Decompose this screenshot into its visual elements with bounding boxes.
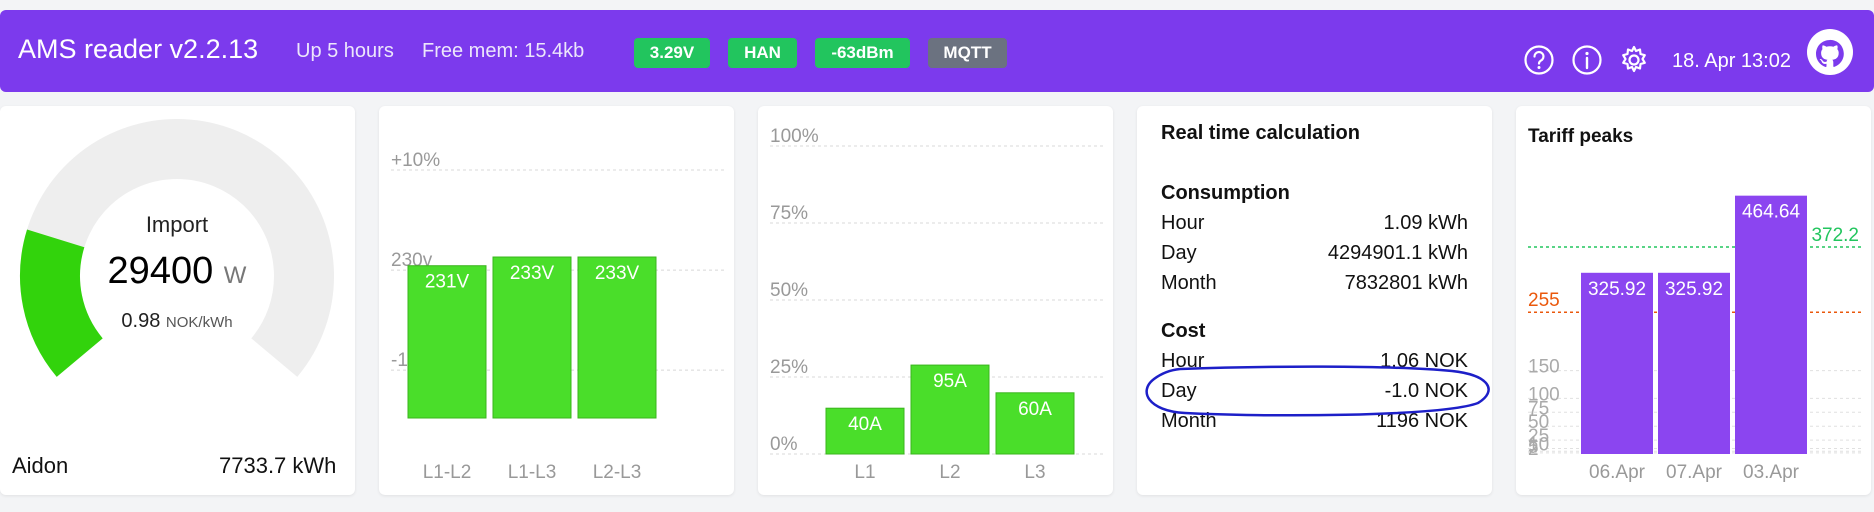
row-value: 7832801 kWh — [1344, 272, 1468, 294]
bar-value-label: 325.92 — [1588, 279, 1646, 300]
bar-value-label: 40A — [848, 414, 882, 435]
voltage-card: +10%230v-10%231VL1-L2233VL1-L3233VL2-L3 — [379, 106, 734, 495]
han-badge: HAN — [728, 38, 797, 68]
current-chart: 100% 75% 50% 25% 0% 40A L1 95A L2 60A L3 — [770, 126, 1103, 483]
y-tick-label: 50% — [770, 280, 808, 301]
gauge-price: 0.98 NOK/kWh — [77, 310, 277, 333]
row-label: Month — [1161, 272, 1217, 294]
meter-model: Aidon — [12, 453, 69, 478]
bar-value-label: 60A — [1018, 399, 1052, 420]
realtime-title: Real time calculation — [1161, 122, 1360, 144]
voltage-chart: +10%230v-10%231VL1-L2233VL1-L3233VL2-L3 — [391, 150, 724, 483]
github-icon[interactable] — [1806, 28, 1854, 76]
app-title: AMS reader v2.2.13 — [18, 34, 259, 64]
x-tick-label: 07.Apr — [1666, 462, 1723, 483]
y-tick-label: 100% — [770, 126, 819, 147]
tariff-bar — [1581, 272, 1653, 454]
x-tick-label: 03.Apr — [1743, 462, 1800, 483]
x-tick-label: L1-L2 — [423, 462, 472, 483]
power-gauge-card — [0, 106, 355, 495]
tariff-card: Tariff peaks 150 100 75 50 25 10 5 2 372.2 255 325.… — [1516, 106, 1871, 495]
y-tick-label: 25% — [770, 357, 808, 378]
rssi-badge: -63dBm — [815, 38, 910, 68]
bar-value-label: 95A — [933, 371, 967, 392]
gear-icon[interactable] — [1618, 44, 1650, 76]
x-tick-label: L1 — [854, 462, 875, 483]
uptime-text: Up 5 hours — [296, 40, 394, 62]
realtime-card — [1137, 106, 1492, 495]
price-value: 0.98 — [121, 310, 161, 332]
y-tick-label: 150 — [1528, 357, 1560, 378]
gauge-title: Import — [145, 212, 209, 237]
row-label: Hour — [1161, 212, 1205, 234]
x-tick-label: L2-L3 — [593, 462, 642, 483]
mqtt-badge[interactable]: MQTT — [928, 38, 1007, 68]
bar-value-label: 233V — [595, 263, 640, 284]
price-unit: NOK/kWh — [165, 314, 233, 331]
tariff-bar — [1735, 195, 1807, 454]
gauge-value: 29400 W — [77, 250, 277, 293]
y-tick-label: 75% — [770, 203, 808, 224]
row-value: 4294901.1 kWh — [1327, 242, 1468, 264]
bar-value-label: 233V — [510, 263, 555, 284]
current-card: 100% 75% 50% 25% 0% 40A L1 95A L2 60A L3 — [758, 106, 1113, 495]
row-value: 1.09 kWh — [1383, 212, 1468, 234]
bar-value-label: 231V — [425, 272, 470, 293]
x-tick-label: L3 — [1024, 462, 1045, 483]
consumption-heading: Consumption — [1161, 182, 1290, 204]
meter-total: 7733.7 kWh — [219, 453, 337, 478]
clock-text: 18. Apr 13:02 — [1672, 50, 1791, 72]
tariff-title: Tariff peaks — [1528, 126, 1633, 147]
x-tick-label: L2 — [939, 462, 960, 483]
power-gauge — [20, 119, 334, 377]
threshold-label: 255 — [1528, 290, 1560, 311]
y-tick-label: 0% — [770, 434, 798, 455]
day-cost-highlight-circle — [1145, 365, 1490, 417]
y-tick-label: 2 — [1528, 439, 1539, 460]
top-bar: AMS reader v2.2.13 Up 5 hours Free mem: … — [0, 10, 1874, 92]
power-value: 29400 — [107, 250, 214, 292]
tariff-bar — [1658, 272, 1730, 454]
x-tick-label: L1-L3 — [508, 462, 557, 483]
info-icon[interactable] — [1571, 44, 1603, 76]
voltage-badge: 3.29V — [634, 38, 710, 68]
bar-value-label: 325.92 — [1665, 279, 1723, 300]
threshold-label: 372.2 — [1811, 225, 1859, 246]
gauge-fill — [20, 229, 104, 377]
cost-heading: Cost — [1161, 320, 1206, 342]
y-tick-label: +10% — [391, 150, 440, 171]
power-unit: W — [223, 262, 247, 289]
bar-value-label: 464.64 — [1742, 202, 1801, 223]
tariff-chart: Tariff peaks1501007550251052372.2255325.… — [1528, 126, 1861, 483]
x-tick-label: 06.Apr — [1589, 462, 1646, 483]
row-label: Day — [1161, 242, 1197, 264]
free-mem-text: Free mem: 15.4kb — [422, 40, 585, 62]
help-icon[interactable] — [1523, 44, 1555, 76]
